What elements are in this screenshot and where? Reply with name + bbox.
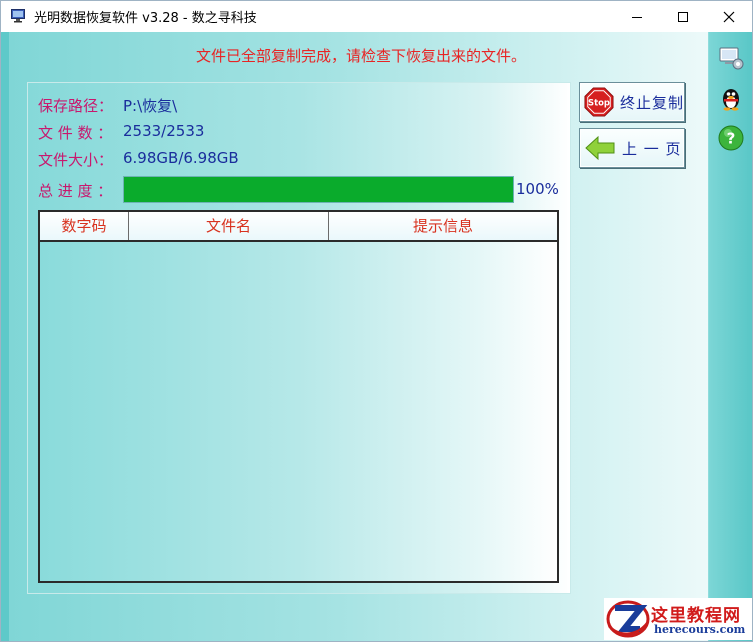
side-qq-button[interactable] <box>717 84 745 112</box>
side-help-button[interactable]: ? <box>717 124 745 152</box>
maximize-button[interactable] <box>660 1 706 32</box>
client-area: 文件已全部复制完成，请检查下恢复出来的文件。 保存路径： P:\恢复\ 文 件 … <box>1 32 752 641</box>
title-bar[interactable]: 光明数据恢复软件 v3.28 - 数之寻科技 <box>1 1 752 32</box>
progress-label: 总 进 度 ： <box>38 182 113 200</box>
column-header-message[interactable]: 提示信息 <box>329 212 557 240</box>
svg-text:?: ? <box>727 130 736 148</box>
previous-page-label: 上 一 页 <box>622 139 682 158</box>
save-path-label: 保存路径： <box>38 97 114 115</box>
previous-page-button[interactable]: 上 一 页 <box>579 128 685 168</box>
stop-copy-button[interactable]: Stop 终止复制 <box>579 82 685 122</box>
stop-copy-label: 终止复制 <box>619 93 684 112</box>
minimize-icon <box>632 16 642 18</box>
computer-settings-icon <box>719 47 744 70</box>
column-header-filename[interactable]: 文件名 <box>129 212 329 240</box>
minimize-button[interactable] <box>614 1 660 32</box>
left-edge-strip <box>1 32 9 641</box>
side-toolbar: ? <box>708 32 752 641</box>
stop-icon-text: Stop <box>588 98 610 108</box>
file-count-label: 文 件 数 ： <box>38 124 113 142</box>
watermark-logo-icon <box>606 600 650 638</box>
main-window: 光明数据恢复软件 v3.28 - 数之寻科技 文件已全部复制完成，请检查下恢复出… <box>0 0 753 642</box>
table-header: 数字码 文件名 提示信息 <box>40 212 557 242</box>
save-path-value: P:\恢复\ <box>123 97 178 115</box>
maximize-icon <box>678 11 688 22</box>
close-icon <box>723 11 735 22</box>
qq-penguin-icon <box>723 89 739 111</box>
status-message: 文件已全部复制完成，请检查下恢复出来的文件。 <box>195 47 526 65</box>
column-header-code[interactable]: 数字码 <box>40 212 129 240</box>
window-title: 光明数据恢复软件 v3.28 - 数之寻科技 <box>34 11 257 26</box>
stop-sign-icon: Stop <box>584 87 614 117</box>
app-icon <box>11 9 25 23</box>
table-body[interactable] <box>40 242 557 581</box>
file-size-value: 6.98GB/6.98GB <box>123 149 239 167</box>
watermark-en-text: herecours.com <box>654 623 746 636</box>
close-button[interactable] <box>706 1 752 32</box>
progress-bar <box>123 176 514 203</box>
arrow-left-icon <box>585 135 615 161</box>
file-list-table[interactable]: 数字码 文件名 提示信息 <box>38 210 559 583</box>
side-settings-button[interactable] <box>717 44 745 72</box>
help-icon: ? <box>718 125 744 151</box>
copy-info-panel: 保存路径： P:\恢复\ 文 件 数 ： 2533/2533 文件大小： 6.9… <box>27 82 571 594</box>
file-size-label: 文件大小： <box>38 151 114 169</box>
file-count-value: 2533/2533 <box>123 122 205 140</box>
progress-percent-text: 100% <box>516 180 559 198</box>
watermark: 这里教程网 herecours.com <box>604 598 752 640</box>
progress-fill <box>124 177 513 202</box>
